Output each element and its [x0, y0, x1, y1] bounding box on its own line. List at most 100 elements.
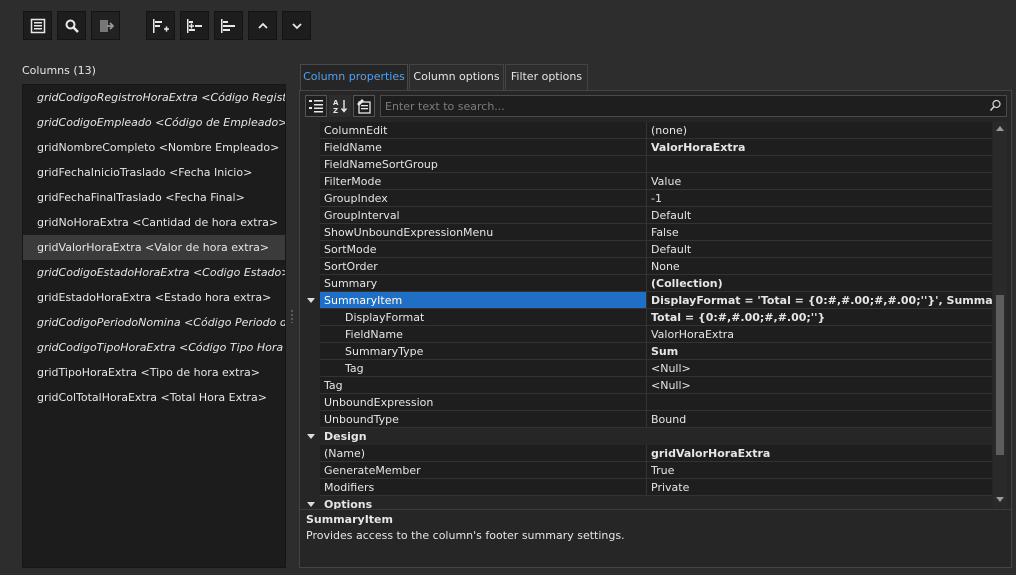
property-row[interactable]: Tag <Null>	[304, 377, 992, 394]
property-value[interactable]: -1	[646, 190, 992, 207]
property-value[interactable]: ValorHoraExtra	[646, 139, 992, 156]
property-value[interactable]: False	[646, 224, 992, 241]
property-row[interactable]: SummaryType Sum	[304, 343, 992, 360]
property-value[interactable]: <Null>	[646, 360, 992, 377]
column-list-item[interactable]: gridFechaInicioTraslado <Fecha Inicio>	[23, 160, 285, 185]
properties-button[interactable]	[23, 11, 52, 40]
property-row[interactable]: Tag <Null>	[304, 360, 992, 377]
row-gutter	[304, 156, 320, 173]
column-list-item[interactable]: gridTipoHoraExtra <Tipo de hora extra>	[23, 360, 285, 385]
columns-list[interactable]: gridCodigoRegistroHoraExtra <Código Regi…	[22, 84, 286, 568]
column-list-item[interactable]: gridCodigoPeriodoNomina <Código Periodo …	[23, 310, 285, 335]
property-row[interactable]: FieldName ValorHoraExtra	[304, 139, 992, 156]
property-search-input[interactable]	[385, 98, 975, 114]
property-value[interactable]: gridValorHoraExtra	[646, 445, 992, 462]
property-value[interactable]: ValorHoraExtra	[646, 326, 992, 343]
column-list-item[interactable]: gridCodigoRegistroHoraExtra <Código Regi…	[23, 85, 285, 110]
column-list-item[interactable]: gridCodigoEstadoHoraExtra <Codigo Estado…	[23, 260, 285, 285]
splitter-grip[interactable]	[290, 309, 294, 323]
row-gutter	[304, 139, 320, 156]
property-row[interactable]: FieldName ValorHoraExtra	[304, 326, 992, 343]
property-name: Tag	[320, 377, 646, 394]
property-row[interactable]: UnboundExpression	[304, 394, 992, 411]
property-row[interactable]: FieldNameSortGroup	[304, 156, 992, 173]
property-value[interactable]	[646, 394, 992, 411]
row-gutter	[304, 462, 320, 479]
column-list-item[interactable]: gridColTotalHoraExtra <Total Hora Extra>	[23, 385, 285, 410]
chevron-down-icon	[291, 22, 302, 29]
categorized-button[interactable]	[305, 95, 327, 117]
property-row[interactable]: UnboundType Bound	[304, 411, 992, 428]
property-value[interactable]: True	[646, 462, 992, 479]
property-value[interactable]: (none)	[646, 122, 992, 139]
property-value[interactable]: Total = {0:#,#.00;#,#.00;''}	[646, 309, 992, 326]
search-icon[interactable]	[989, 99, 1002, 112]
property-row[interactable]: ShowUnboundExpressionMenu False	[304, 224, 992, 241]
property-category-row[interactable]: Design	[304, 428, 992, 445]
property-value[interactable]: DisplayFormat = 'Total = {0:#,#.00;#,#.0…	[646, 292, 992, 309]
add-column-button[interactable]	[180, 11, 209, 40]
property-row[interactable]: Modifiers Private	[304, 479, 992, 496]
scroll-down-arrow-icon[interactable]	[996, 497, 1004, 502]
tab-filter-options[interactable]: Filter options	[505, 64, 588, 90]
exit-button[interactable]	[91, 11, 120, 40]
column-list-item[interactable]: gridNombreCompleto <Nombre Empleado>	[23, 135, 285, 160]
property-category-row[interactable]: Options	[304, 496, 992, 510]
row-gutter	[304, 411, 320, 428]
insert-column-icon	[152, 18, 169, 33]
expand-arrow-icon[interactable]	[307, 502, 315, 507]
column-list-item[interactable]: gridCodigoTipoHoraExtra <Código Tipo Hor…	[23, 335, 285, 360]
svg-text:A: A	[333, 99, 339, 107]
row-gutter	[304, 190, 320, 207]
scrollbar-thumb[interactable]	[996, 295, 1004, 455]
column-list-item[interactable]: gridEstadoHoraExtra <Estado hora extra>	[23, 285, 285, 310]
expand-arrow-icon[interactable]	[307, 434, 315, 439]
property-name: SummaryItem	[320, 292, 646, 309]
column-list-item[interactable]: gridFechaFinalTraslado <Fecha Final>	[23, 185, 285, 210]
remove-column-button[interactable]	[214, 11, 243, 40]
column-list-item[interactable]: gridValorHoraExtra <Valor de hora extra>	[23, 235, 285, 260]
property-grid[interactable]: ColumnEdit (none) FieldName ValorHoraExtra F…	[304, 122, 992, 510]
property-value[interactable]: Value	[646, 173, 992, 190]
find-button[interactable]	[57, 11, 86, 40]
property-row[interactable]: Summary (Collection)	[304, 275, 992, 292]
tab-column-properties[interactable]: Column properties	[300, 64, 408, 91]
property-row[interactable]: SortOrder None	[304, 258, 992, 275]
tab-column-options[interactable]: Column options	[409, 64, 504, 90]
property-value[interactable]: Private	[646, 479, 992, 496]
description-title: SummaryItem	[306, 513, 393, 526]
row-gutter	[304, 428, 320, 445]
property-value[interactable]	[646, 156, 992, 173]
property-row[interactable]: GenerateMember True	[304, 462, 992, 479]
property-name: (Name)	[320, 445, 646, 462]
property-value[interactable]: Default	[646, 241, 992, 258]
property-value[interactable]: None	[646, 258, 992, 275]
exit-icon	[99, 19, 114, 32]
expand-arrow-icon[interactable]	[307, 298, 315, 303]
scroll-up-arrow-icon[interactable]	[996, 126, 1004, 131]
property-value[interactable]: Bound	[646, 411, 992, 428]
alphabetical-button[interactable]: A Z	[329, 95, 351, 117]
property-value[interactable]: <Null>	[646, 377, 992, 394]
property-value[interactable]: Sum	[646, 343, 992, 360]
insert-column-button[interactable]	[146, 11, 175, 40]
property-row[interactable]: ColumnEdit (none)	[304, 122, 992, 139]
property-value[interactable]: (Collection)	[646, 275, 992, 292]
property-row[interactable]: SortMode Default	[304, 241, 992, 258]
property-value[interactable]: Default	[646, 207, 992, 224]
property-row[interactable]: DisplayFormat Total = {0:#,#.00;#,#.00;''…	[304, 309, 992, 326]
column-list-item[interactable]: gridNoHoraExtra <Cantidad de hora extra>	[23, 210, 285, 235]
category-name: Design	[320, 428, 992, 445]
move-up-button[interactable]	[248, 11, 277, 40]
property-name: Summary	[320, 275, 646, 292]
property-grid-scrollbar[interactable]	[993, 122, 1007, 508]
property-row[interactable]: FilterMode Value	[304, 173, 992, 190]
property-row[interactable]: GroupIndex -1	[304, 190, 992, 207]
remove-column-icon	[220, 18, 235, 33]
property-row[interactable]: GroupInterval Default	[304, 207, 992, 224]
property-row[interactable]: SummaryItem DisplayFormat = 'Total = {0:#…	[304, 292, 992, 309]
move-down-button[interactable]	[282, 11, 311, 40]
property-row[interactable]: (Name) gridValorHoraExtra	[304, 445, 992, 462]
column-list-item[interactable]: gridCodigoEmpleado <Código de Empleado>	[23, 110, 285, 135]
property-pages-button[interactable]	[353, 95, 375, 117]
